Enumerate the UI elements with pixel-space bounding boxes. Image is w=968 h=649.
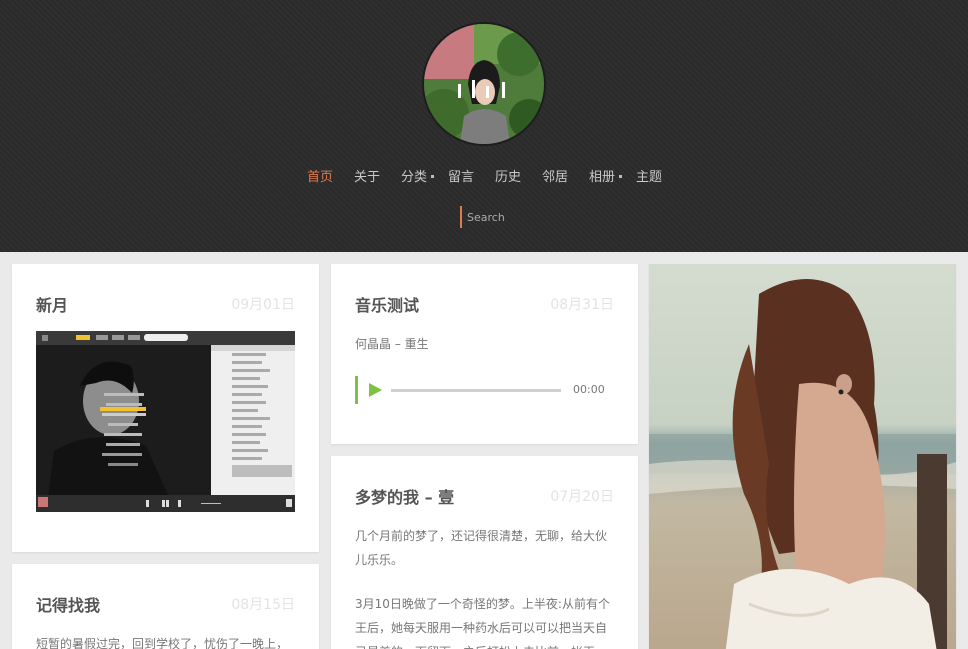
post-title[interactable]: 新月 — [36, 292, 68, 316]
nav-item-about[interactable]: 关于 — [354, 166, 380, 185]
post-card: 记得找我 08月15日 短暂的暑假过完，回到学校了，忧伤了一晚上， — [12, 564, 319, 649]
post-image[interactable] — [36, 331, 295, 512]
nav-item-theme[interactable]: 主题 — [636, 166, 662, 185]
site-header: 首页 关于 分类 留言 历史 邻居 相册 主题 — [0, 0, 968, 252]
progress-slider[interactable] — [391, 389, 561, 392]
post-date: 09月01日 — [231, 297, 295, 313]
song-title: 何晶晶 – 重生 — [355, 337, 429, 351]
post-title[interactable]: 音乐测试 — [355, 292, 419, 316]
post-card: 音乐测试 08月31日 何晶晶 – 重生 00:00 — [331, 264, 638, 444]
nav-item-history[interactable]: 历史 — [495, 166, 521, 185]
nav-item-home[interactable]: 首页 — [307, 166, 333, 185]
nav-item-guestbook[interactable]: 留言 — [448, 166, 474, 185]
post-excerpt: 3月10日晚做了一个奇怪的梦。上半夜:从前有个王后，她每天服用一种药水后可以可以… — [355, 597, 610, 649]
play-icon[interactable] — [369, 383, 382, 397]
post-date: 07月20日 — [550, 489, 614, 505]
nav-item-album[interactable]: 相册 — [589, 166, 615, 185]
post-title[interactable]: 多梦的我 – 壹 — [355, 484, 454, 508]
main-nav: 首页 关于 分类 留言 历史 邻居 相册 主题 — [0, 166, 968, 185]
post-card: 新月 09月01日 — [12, 264, 319, 552]
nav-item-category[interactable]: 分类 — [401, 166, 427, 185]
search-box — [460, 206, 580, 229]
dropdown-indicator-icon — [619, 175, 622, 178]
post-photo — [649, 264, 956, 649]
post-date: 08月31日 — [550, 297, 614, 313]
post-excerpt: 短暂的暑假过完，回到学校了，忧伤了一晚上， — [36, 637, 289, 649]
avatar[interactable] — [424, 24, 544, 144]
nav-item-neighbors[interactable]: 邻居 — [542, 166, 568, 185]
post-excerpt: 几个月前的梦了，还记得很清楚，无聊，给大伙儿乐乐。 — [355, 529, 608, 567]
dropdown-indicator-icon — [431, 175, 434, 178]
post-card: 多梦的我 – 壹 07月20日 几个月前的梦了，还记得很清楚，无聊，给大伙儿乐乐… — [331, 456, 638, 649]
player-accent-bar — [355, 376, 358, 404]
photo-card[interactable] — [649, 264, 956, 649]
post-title[interactable]: 记得找我 — [36, 592, 100, 616]
post-date: 08月15日 — [231, 597, 295, 613]
audio-player: 00:00 — [355, 376, 611, 404]
player-time: 00:00 — [573, 383, 605, 396]
search-input[interactable] — [462, 206, 580, 229]
